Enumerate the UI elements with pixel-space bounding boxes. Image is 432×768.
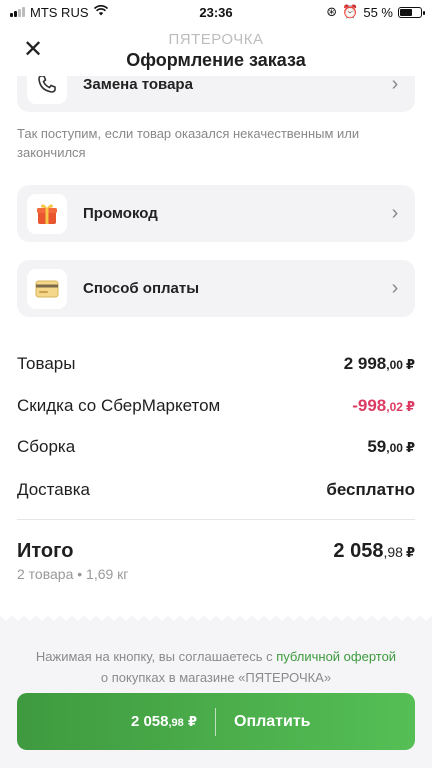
terms-text: Нажимая на кнопку, вы соглашаетесь с пуб… [0, 646, 432, 688]
zigzag-edge [0, 611, 432, 621]
promo-label: Промокод [83, 205, 158, 222]
goods-amount: 2 998,00 ₽ [344, 354, 415, 374]
summary-delivery-row: Доставка бесплатно [17, 480, 415, 500]
chevron-right-icon: › [391, 202, 399, 224]
alarm-icon: ⏰ [342, 4, 359, 19]
header: ✕ ПЯТЕРОЧКА Оформление заказа [0, 24, 432, 76]
replacement-label: Замена товара [83, 75, 193, 93]
assembly-whole: 59 [367, 437, 387, 456]
signal-icon [10, 7, 25, 17]
terms-prefix: Нажимая на кнопку, вы соглашаетесь с [35, 649, 277, 664]
pay-button-label: Оплатить [234, 712, 311, 730]
total-items-weight: 2 товара • 1,69 кг [17, 566, 129, 582]
summary-total-row: Итого 2 058,98 ₽ [17, 540, 415, 563]
credit-card-icon [27, 268, 67, 309]
status-bar: MTS RUS 23:36 ⊛ ⏰ 55 % [0, 0, 432, 24]
gift-icon [27, 193, 67, 234]
divider [17, 519, 415, 520]
wifi-icon [93, 5, 108, 19]
summary-assembly-row: Сборка 59,00 ₽ [17, 437, 415, 457]
checkout-footer: Нажимая на кнопку, вы соглашаетесь с пуб… [0, 611, 432, 768]
pay-price-currency: ₽ [187, 714, 197, 729]
terms-suffix: о покупках в магазине «ПЯТЕРОЧКА» [100, 670, 332, 685]
promo-card[interactable]: Промокод › [17, 185, 415, 242]
total-label: Итого [17, 540, 74, 562]
battery-icon [398, 6, 425, 18]
goods-whole: 2 998 [343, 354, 387, 373]
carrier-name: MTS RUS [30, 4, 89, 20]
summary-discount-row: Скидка со СберМаркетом -998,02 ₽ [17, 396, 415, 416]
chevron-right-icon: › [391, 277, 399, 299]
status-left: MTS RUS [10, 5, 108, 20]
page-title: Оформление заказа [126, 50, 306, 70]
discount-label: Скидка со СберМаркетом [17, 396, 221, 415]
battery-percent: 55 % [363, 4, 393, 20]
orientation-lock-icon: ⊛ [326, 4, 338, 19]
pay-price-cents: ,98 [168, 717, 184, 729]
discount-currency: ₽ [405, 399, 415, 414]
goods-cents: ,00 [386, 358, 403, 372]
payment-method-card[interactable]: Способ оплаты › [17, 260, 415, 317]
assembly-amount: 59,00 ₽ [367, 437, 415, 457]
discount-whole: -998 [352, 396, 387, 415]
delivery-value: бесплатно [326, 480, 415, 499]
total-whole: 2 058 [333, 540, 384, 562]
discount-cents: ,02 [386, 400, 403, 414]
assembly-currency: ₽ [405, 440, 415, 455]
pay-button-price: 2 058,98 ₽ [17, 713, 215, 730]
payment-method-label: Способ оплаты [83, 280, 200, 297]
replacement-hint: Так поступим, если товар оказался некаче… [17, 126, 360, 160]
store-name: ПЯТЕРОЧКА [168, 31, 264, 48]
pay-button[interactable]: 2 058,98 ₽ Оплатить [17, 693, 415, 750]
public-offer-link[interactable]: публичной офертой [276, 649, 396, 664]
goods-label: Товары [17, 354, 76, 373]
goods-currency: ₽ [405, 357, 415, 372]
assembly-label: Сборка [17, 437, 76, 456]
status-right: ⊛ ⏰ 55 % [326, 4, 425, 20]
assembly-cents: ,00 [386, 441, 403, 455]
total-cents: ,98 [383, 544, 403, 560]
summary-goods-row: Товары 2 998,00 ₽ [17, 354, 415, 374]
discount-amount: -998,02 ₽ [352, 396, 415, 416]
total-currency: ₽ [405, 545, 415, 560]
pay-price-whole: 2 058 [130, 713, 169, 730]
delivery-label: Доставка [17, 480, 91, 499]
total-amount: 2 058,98 ₽ [333, 540, 415, 563]
